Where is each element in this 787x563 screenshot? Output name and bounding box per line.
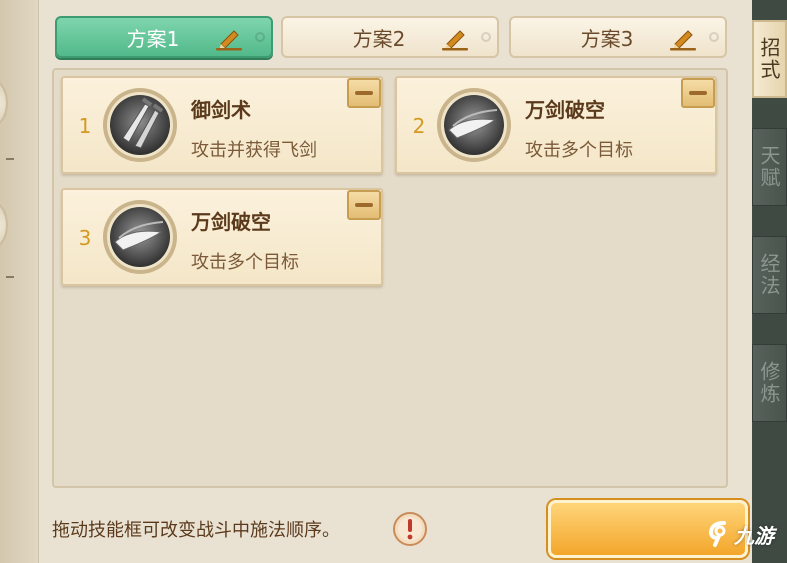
remove-skill-button[interactable]	[347, 190, 381, 220]
left-tick-mark	[6, 158, 14, 160]
minus-icon	[355, 91, 373, 95]
side-tab-label: 天赋	[757, 145, 781, 189]
skill-card-2[interactable]: 2 万剑破空 攻击多个目标	[395, 76, 717, 174]
skill-description: 攻击多个目标	[525, 140, 633, 161]
skill-name: 万剑破空	[191, 210, 271, 234]
skill-order-number: 1	[78, 114, 92, 138]
left-tick-mark	[6, 276, 14, 278]
tab-decor-curl	[709, 32, 719, 42]
tab-plan-2[interactable]: 方案2	[281, 16, 499, 58]
sword-slash-icon	[103, 200, 177, 274]
side-tab-scripture[interactable]: 经法	[752, 236, 787, 314]
minus-icon	[355, 203, 373, 207]
skill-description: 攻击并获得飞剑	[191, 140, 317, 161]
edit-pencil-icon[interactable]	[667, 27, 699, 51]
skill-card-1[interactable]: 1 御剑术 攻击并获得飞剑	[61, 76, 383, 174]
skill-order-number: 2	[412, 114, 426, 138]
tab-plan-3[interactable]: 方案3	[509, 16, 727, 58]
edit-pencil-icon[interactable]	[213, 27, 245, 51]
side-tab-cultivation[interactable]: 修炼	[752, 344, 787, 422]
remove-skill-button[interactable]	[681, 78, 715, 108]
left-background-strip	[0, 0, 40, 563]
edit-pencil-icon[interactable]	[439, 27, 471, 51]
watermark-text: 九游	[734, 523, 774, 548]
tab-label: 方案3	[580, 26, 634, 51]
skill-order-number: 3	[78, 226, 92, 250]
minus-icon	[689, 91, 707, 95]
side-tab-talent[interactable]: 天赋	[752, 128, 787, 206]
skill-description: 攻击多个目标	[191, 252, 299, 273]
tab-decor-curl	[255, 32, 265, 42]
nine-game-logo-icon	[708, 521, 726, 547]
side-tab-label: 修炼	[757, 361, 781, 405]
left-side-button-1[interactable]	[0, 76, 8, 130]
sword-slash-icon	[437, 88, 511, 162]
hint-text: 拖动技能框可改变战斗中施法顺序。	[52, 520, 340, 541]
skill-card-3[interactable]: 3 万剑破空 攻击多个目标	[61, 188, 383, 286]
tab-plan-1[interactable]: 方案1	[55, 16, 273, 58]
tab-label: 方案2	[352, 26, 406, 51]
twin-swords-icon	[103, 88, 177, 162]
left-side-button-2[interactable]	[0, 198, 8, 252]
tab-decor-curl	[481, 32, 491, 42]
skill-name: 御剑术	[191, 98, 251, 122]
remove-skill-button[interactable]	[347, 78, 381, 108]
side-tab-label: 招式	[757, 37, 781, 81]
side-tab-label: 经法	[757, 253, 781, 297]
tab-label: 方案1	[126, 26, 180, 51]
skill-name: 万剑破空	[525, 98, 605, 122]
side-tab-moves[interactable]: 招式	[752, 20, 787, 98]
exclamation-icon[interactable]	[392, 511, 428, 547]
watermark-logo: 九游	[706, 516, 786, 552]
